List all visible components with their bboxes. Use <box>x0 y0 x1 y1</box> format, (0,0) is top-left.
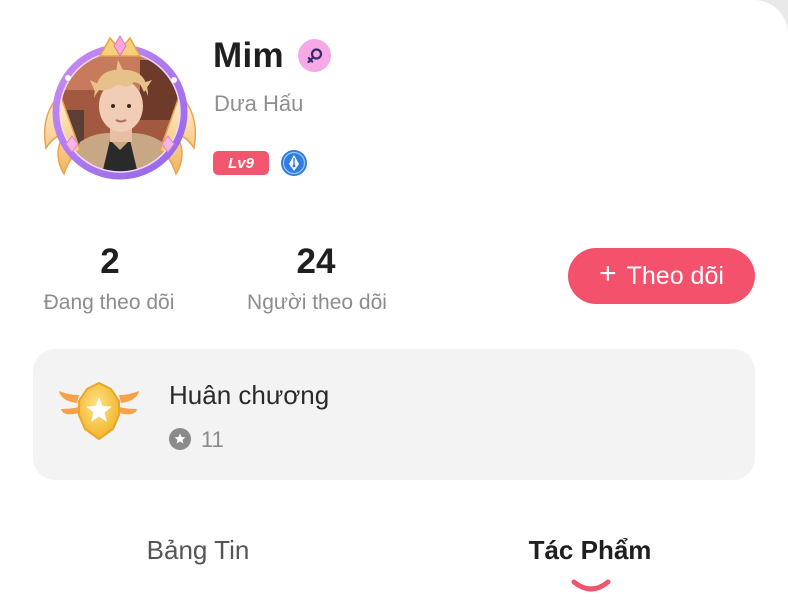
star-coin-icon <box>169 428 191 450</box>
medal-title: Huân chương <box>169 380 330 410</box>
profile-name: Mim <box>213 36 284 75</box>
active-tab-indicator <box>571 579 611 592</box>
level-badge[interactable]: Lv9 <box>213 151 269 175</box>
followers-count[interactable]: 24 <box>266 242 366 282</box>
medal-card[interactable]: Huân chương 11 <box>33 349 755 480</box>
verified-pen-icon[interactable] <box>280 149 308 177</box>
profile-subtitle: Dưa Hấu <box>214 91 304 116</box>
tab-works[interactable]: Tác Phẩm <box>500 535 680 566</box>
plus-icon: + <box>599 257 617 290</box>
medal-icon <box>59 381 139 441</box>
avatar[interactable] <box>38 32 202 188</box>
follow-button-label: Theo dõi <box>626 261 724 290</box>
avatar-frame <box>43 35 197 180</box>
follow-button[interactable]: + Theo dõi <box>568 248 755 304</box>
following-count[interactable]: 2 <box>60 242 160 282</box>
profile-card: Mim Dưa Hấu Lv9 2 Đang theo dõi 24 Người… <box>0 0 788 600</box>
followers-label[interactable]: Người theo dõi <box>228 291 406 315</box>
following-label[interactable]: Đang theo dõi <box>20 291 198 315</box>
medal-count: 11 <box>201 427 224 452</box>
female-gender-icon <box>298 39 331 72</box>
tab-feed[interactable]: Bảng Tin <box>118 535 278 566</box>
